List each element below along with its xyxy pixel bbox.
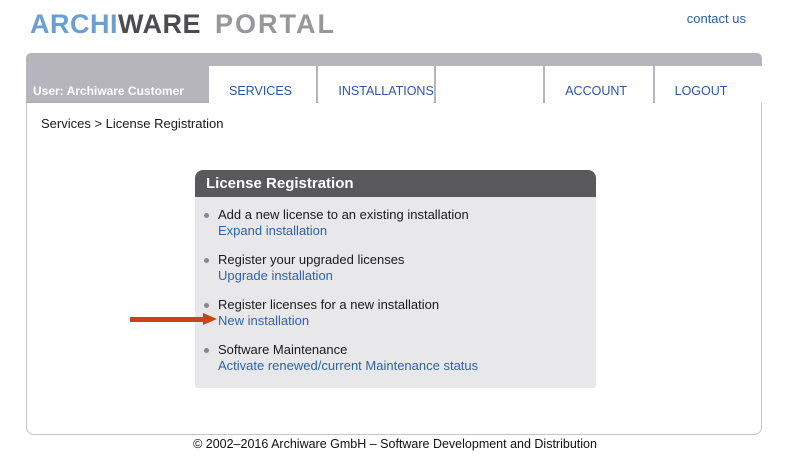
logged-in-user-label: User: Archiware Customer <box>33 84 184 98</box>
archiware-portal-logo: ARCHIWARE PORTAL <box>30 9 336 40</box>
license-registration-panel: License Registration Add a new license t… <box>195 170 596 388</box>
breadcrumb: Services > License Registration <box>41 116 224 131</box>
logo-part-archi: ARCHI <box>30 9 118 39</box>
upgrade-installation-link[interactable]: Upgrade installation <box>218 268 333 284</box>
panel-body: Add a new license to an existing install… <box>195 197 596 388</box>
navigation-bar: User: Archiware Customer SERVICES INSTAL… <box>26 53 763 103</box>
arrow-shaft <box>130 317 204 322</box>
nav-tab-services[interactable]: SERVICES <box>209 66 317 103</box>
menu-item-upgrade-installation: Register your upgraded licenses Upgrade … <box>195 252 588 284</box>
highlight-arrow-icon <box>130 313 217 326</box>
logo-part-ware: WARE <box>118 9 201 39</box>
bullet-icon <box>204 258 209 263</box>
arrow-head <box>203 313 217 325</box>
expand-installation-link[interactable]: Expand installation <box>218 223 327 239</box>
nav-tab-empty <box>435 66 544 103</box>
panel-title: License Registration <box>195 170 596 197</box>
nav-tab-logout[interactable]: LOGOUT <box>654 66 763 103</box>
page-header: ARCHIWARE PORTAL contact us <box>0 0 790 53</box>
menu-item-expand-installation: Add a new license to an existing install… <box>195 207 588 239</box>
menu-item-title: Add a new license to an existing install… <box>218 207 469 222</box>
main-container: User: Archiware Customer SERVICES INSTAL… <box>26 53 763 435</box>
logo-part-portal: PORTAL <box>215 9 336 39</box>
menu-item-title: Register licenses for a new installation <box>218 297 440 312</box>
navigation-row: User: Archiware Customer SERVICES INSTAL… <box>26 66 763 103</box>
nav-tab-installations[interactable]: INSTALLATIONS <box>318 66 434 103</box>
bullet-icon <box>204 213 209 218</box>
nav-tab-account[interactable]: ACCOUNT <box>545 66 653 103</box>
menu-item-software-maintenance: Software Maintenance Activate renewed/cu… <box>195 342 588 374</box>
content-area: Services > License Registration License … <box>26 103 762 435</box>
new-installation-link[interactable]: New installation <box>218 313 309 329</box>
menu-item-title: Register your upgraded licenses <box>218 252 405 267</box>
contact-us-link[interactable]: contact us <box>687 11 746 26</box>
menu-item-title: Software Maintenance <box>218 342 348 357</box>
copyright-footer: © 2002–2016 Archiware GmbH – Software De… <box>193 437 597 451</box>
bullet-icon <box>204 303 209 308</box>
activate-maintenance-link[interactable]: Activate renewed/current Maintenance sta… <box>218 358 478 374</box>
bullet-icon <box>204 348 209 353</box>
menu-item-new-installation: Register licenses for a new installation… <box>195 297 588 329</box>
